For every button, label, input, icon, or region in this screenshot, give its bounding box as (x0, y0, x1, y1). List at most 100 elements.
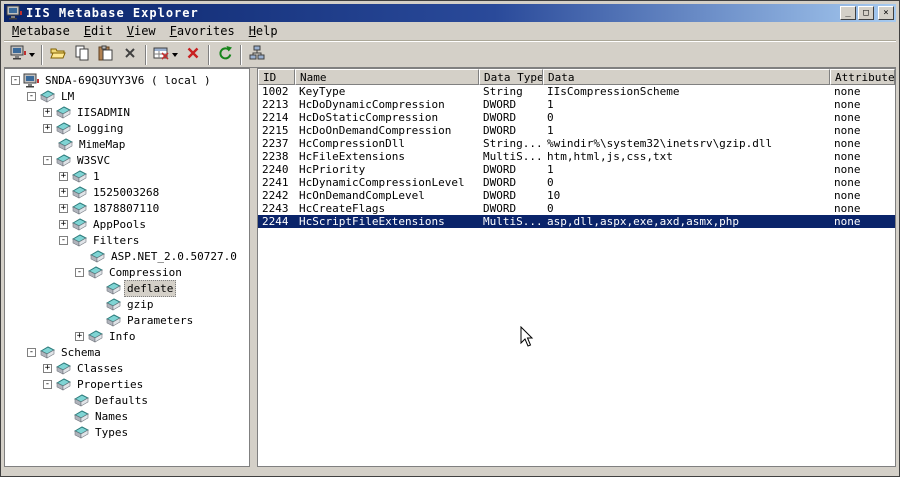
collapse-icon[interactable]: - (59, 235, 68, 245)
tree-item-label[interactable]: Classes (74, 360, 126, 377)
cell-data-type: DWORD (483, 176, 517, 189)
panel-splitter[interactable] (250, 68, 257, 467)
key-icon (55, 121, 72, 135)
tree-item-label[interactable]: Schema (58, 344, 104, 361)
collapse-icon[interactable]: - (27, 347, 36, 357)
tree-item: + Logging (5, 120, 249, 136)
close-button[interactable]: × (878, 6, 894, 20)
tree-item: gzip (5, 296, 249, 312)
tree-item-label[interactable]: MimeMap (76, 136, 128, 153)
cell-attributes: none (834, 85, 861, 98)
tree-item: + Classes (5, 360, 249, 376)
expand-icon[interactable]: + (59, 171, 68, 181)
tree-item-label[interactable]: Compression (106, 264, 185, 281)
expand-icon[interactable]: + (43, 363, 52, 373)
cell-id: 2243 (262, 202, 289, 215)
minimize-button[interactable]: _ (840, 6, 856, 20)
expand-icon[interactable]: + (59, 203, 68, 213)
table-row[interactable]: 2215 HcDoOnDemandCompression DWORD 1 none (258, 124, 895, 137)
expand-icon[interactable]: + (43, 107, 52, 117)
paste-button[interactable] (94, 44, 118, 66)
computer-icon (10, 45, 26, 64)
tree-item-label[interactable]: Types (92, 424, 131, 441)
new-record-button[interactable] (150, 44, 181, 66)
menu-view[interactable]: View (120, 22, 163, 40)
table-row[interactable]: 2242 HcOnDemandCompLevel DWORD 10 none (258, 189, 895, 202)
tree-item-label[interactable]: Names (92, 408, 131, 425)
table-row[interactable]: 2243 HcCreateFlags DWORD 0 none (258, 202, 895, 215)
cell-attributes: none (834, 111, 861, 124)
key-icon (71, 169, 88, 183)
collapse-icon[interactable]: - (11, 75, 20, 85)
delete-button[interactable] (118, 44, 142, 66)
cell-name: HcDoStaticCompression (299, 111, 439, 124)
table-row[interactable]: 2244 HcScriptFileExtensions MultiS... asp,d… (258, 215, 895, 228)
cell-attributes: none (834, 215, 861, 228)
tree-item-label[interactable]: ASP.NET_2.0.50727.0 (108, 248, 240, 265)
tree-item-label[interactable]: Info (106, 328, 139, 345)
tree-item-label[interactable]: deflate (124, 279, 177, 297)
column-header-attributes[interactable]: Attributes (830, 69, 895, 85)
open-button[interactable] (46, 44, 70, 66)
paste-icon (98, 45, 114, 65)
collapse-icon[interactable]: - (43, 155, 52, 165)
tree-item-label[interactable]: LM (58, 88, 77, 105)
tree-item-label[interactable]: 1525003268 (90, 184, 162, 201)
tree-item-label[interactable]: IISADMIN (74, 104, 133, 121)
expand-icon[interactable]: + (59, 187, 68, 197)
column-header-id[interactable]: ID (258, 69, 295, 85)
tree-item: - Schema (5, 344, 249, 360)
table-row[interactable]: 2241 HcDynamicCompressionLevel DWORD 0 none (258, 176, 895, 189)
column-header-data[interactable]: Data (543, 69, 830, 85)
copy-button[interactable] (70, 44, 94, 66)
tree-item: MimeMap (5, 136, 249, 152)
cell-name: HcFileExtensions (299, 150, 405, 163)
tree-item-label[interactable]: Logging (74, 120, 126, 137)
collapse-icon[interactable]: - (27, 91, 36, 101)
tree-item-label[interactable]: 1 (90, 168, 103, 185)
tree-item-label[interactable]: Defaults (92, 392, 151, 409)
column-header-name[interactable]: Name (295, 69, 479, 85)
column-header-data-type[interactable]: Data Type (479, 69, 543, 85)
table-row[interactable]: 2237 HcCompressionDll String... %windir%\sy… (258, 137, 895, 150)
table-row[interactable]: 2238 HcFileExtensions MultiS... htm,html,js… (258, 150, 895, 163)
tree-item-label[interactable]: W3SVC (74, 152, 113, 169)
table-row[interactable]: 2214 HcDoStaticCompression DWORD 0 none (258, 111, 895, 124)
tree-item-label[interactable]: SNDA-69Q3UYY3V6 ( local ) (42, 72, 214, 89)
tree-item-label[interactable]: Properties (74, 376, 146, 393)
key-icon (71, 185, 88, 199)
list-header: ID Name Data Type Data Attributes (258, 69, 895, 85)
expand-icon[interactable]: + (43, 123, 52, 133)
maximize-button[interactable]: □ (858, 6, 874, 20)
tree-item: Defaults (5, 392, 249, 408)
expand-icon[interactable]: + (75, 331, 84, 341)
toolbar-separator (240, 44, 242, 65)
tree-item-label[interactable]: AppPools (90, 216, 149, 233)
tree-item-label[interactable]: gzip (124, 296, 157, 313)
menu-edit[interactable]: Edit (77, 22, 120, 40)
collapse-icon[interactable]: - (43, 379, 52, 389)
dropdown-arrow-icon[interactable] (29, 52, 35, 57)
menu-help[interactable]: Help (242, 22, 285, 40)
network-button[interactable] (245, 44, 269, 66)
property-list: ID Name Data Type Data Attributes 1002 KeyTyp… (257, 68, 896, 467)
table-row[interactable]: 2213 HcDoDynamicCompression DWORD 1 none (258, 98, 895, 111)
menu-favorites[interactable]: Favorites (163, 22, 242, 40)
record-grid-icon (153, 45, 169, 65)
expand-icon[interactable]: + (59, 219, 68, 229)
key-icon (71, 201, 88, 215)
menu-metabase[interactable]: Metabase (5, 22, 77, 40)
title-bar[interactable]: IIS Metabase Explorer _ □ × (4, 4, 896, 22)
tree-item-label[interactable]: 1878807110 (90, 200, 162, 217)
table-row[interactable]: 1002 KeyType String IIsCompressionScheme non… (258, 85, 895, 98)
tree-item: Types (5, 424, 249, 440)
refresh-button[interactable] (213, 44, 237, 66)
dropdown-arrow-icon[interactable] (172, 52, 178, 57)
delete-record-button[interactable] (181, 44, 205, 66)
table-row[interactable]: 2240 HcPriority DWORD 1 none (258, 163, 895, 176)
connect-button[interactable] (7, 44, 38, 66)
tree-item-label[interactable]: Filters (90, 232, 142, 249)
tree-item-label[interactable]: Parameters (124, 312, 196, 329)
key-icon (55, 377, 72, 391)
collapse-icon[interactable]: - (75, 267, 84, 277)
